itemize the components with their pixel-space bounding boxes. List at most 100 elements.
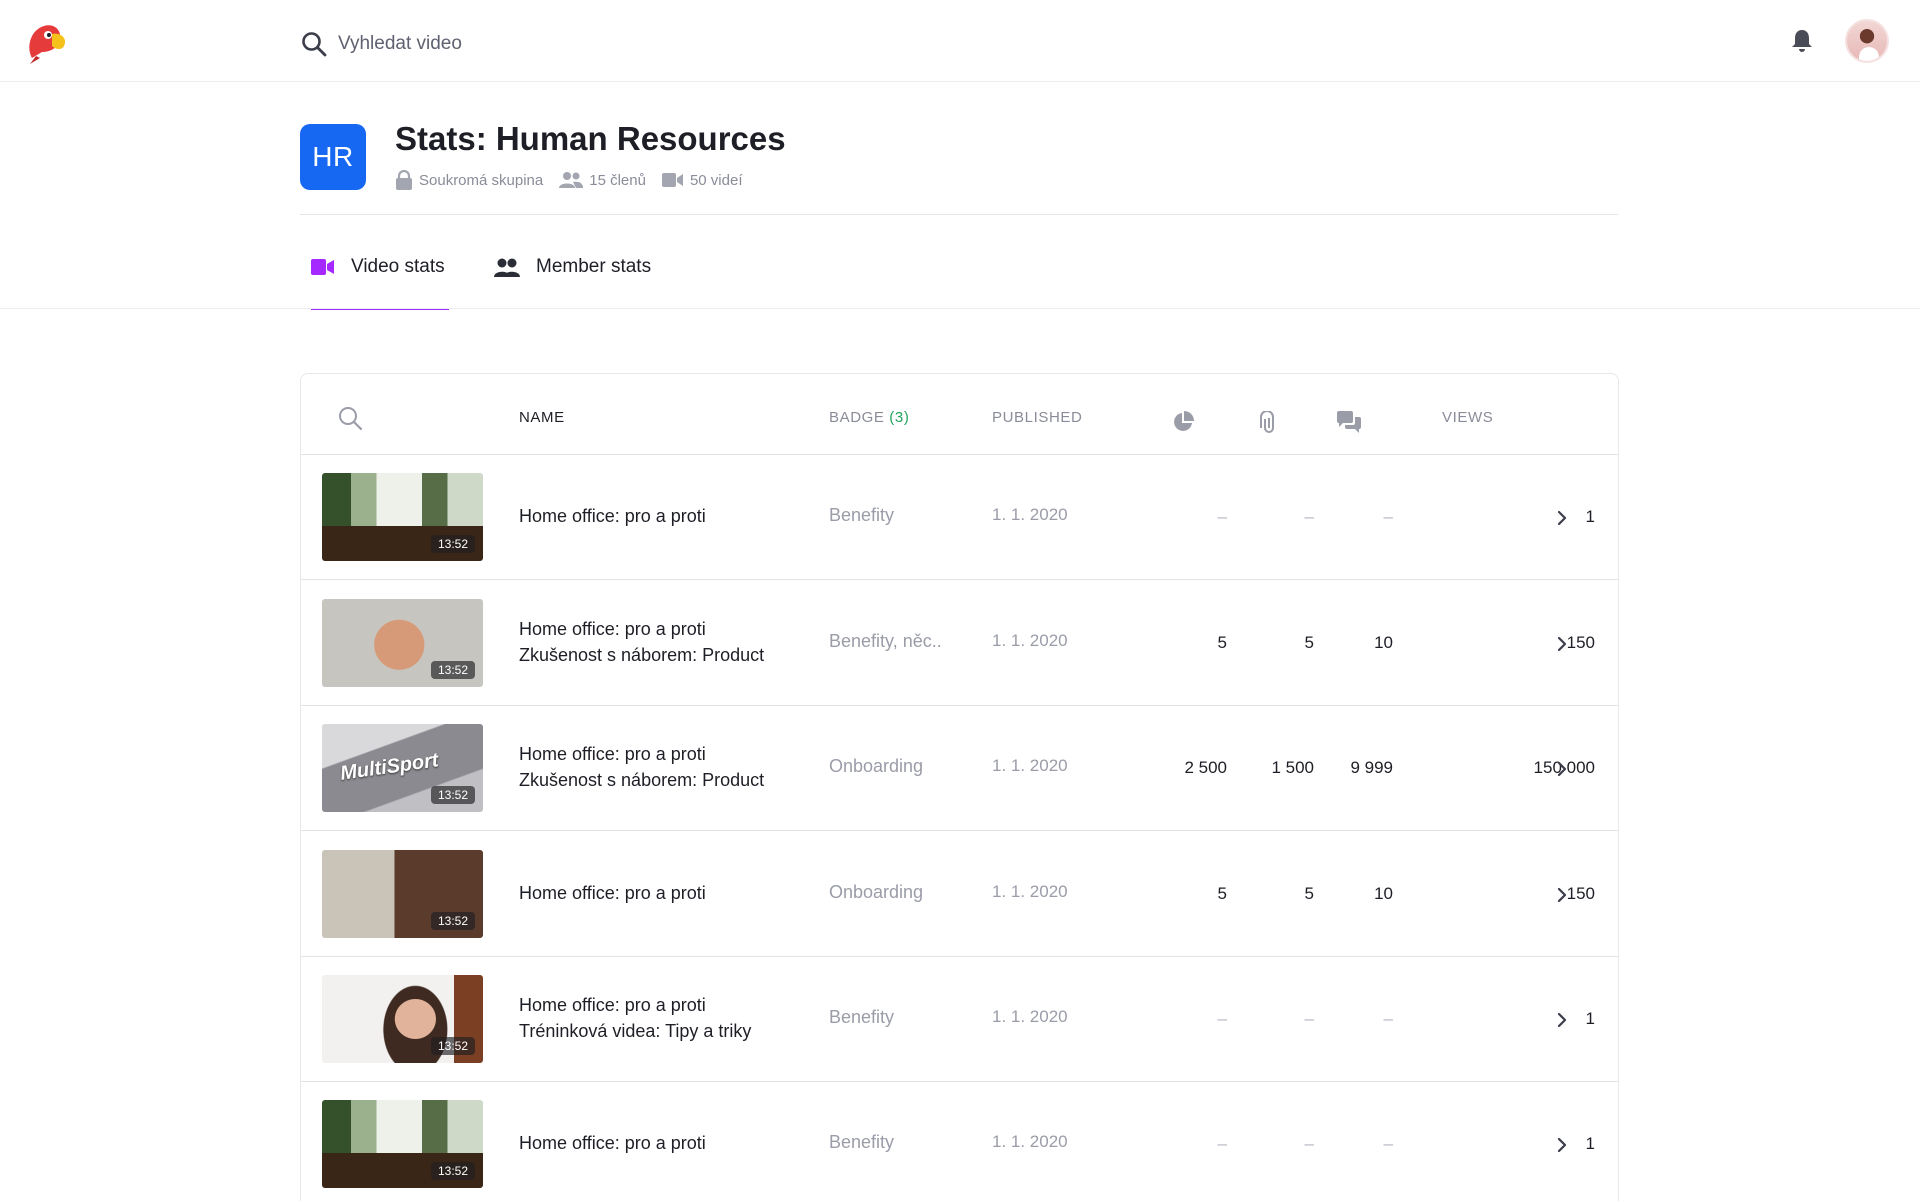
- published-date: 1. 1. 2020: [992, 756, 1068, 775]
- video-badge: Benefity: [829, 1007, 895, 1027]
- attachments-value: –: [1304, 1134, 1314, 1153]
- video-thumbnail[interactable]: 13:52: [322, 1100, 483, 1188]
- column-published[interactable]: PUBLISHED: [992, 409, 1082, 426]
- chevron-right-icon[interactable]: [1555, 509, 1569, 527]
- comments-value: –: [1383, 1009, 1393, 1028]
- chevron-right-icon[interactable]: [1555, 1136, 1569, 1154]
- members-info: 15 členů: [559, 171, 646, 189]
- video-title-line: Zkušenost s náborem: Product: [519, 645, 765, 665]
- search-icon[interactable]: [300, 30, 328, 58]
- attachments-value: 5: [1304, 884, 1314, 903]
- video-title-line: Home office: pro a proti: [519, 1133, 706, 1153]
- video-thumbnail[interactable]: 13:52: [322, 850, 483, 938]
- video-title[interactable]: Home office: pro a proti: [519, 1130, 706, 1156]
- video-title-line: Home office: pro a proti: [519, 506, 706, 526]
- video-title-line: Home office: pro a proti: [519, 883, 706, 903]
- table-row[interactable]: 13:52 Home office: pro a proti Benefity …: [301, 1082, 1618, 1201]
- published-date: 1. 1. 2020: [992, 631, 1068, 650]
- video-title[interactable]: Home office: pro a proti Tréninková vide…: [519, 992, 751, 1044]
- attachments-value: –: [1304, 1009, 1314, 1028]
- table-row[interactable]: 13:52 Home office: pro a proti Tréninkov…: [301, 957, 1618, 1082]
- column-badge[interactable]: BADGE (3): [829, 409, 909, 426]
- table-row[interactable]: 13:52 Home office: pro a proti Zkušenost…: [301, 581, 1618, 706]
- progress-value: –: [1217, 1134, 1227, 1153]
- videos-info: 50 videí: [661, 171, 743, 189]
- parrot-logo-icon[interactable]: [22, 18, 70, 66]
- tabs-divider: [0, 308, 1920, 309]
- column-views[interactable]: VIEWS: [1442, 409, 1493, 426]
- comments-value: 9 999: [1350, 758, 1393, 777]
- video-badge: Benefity, něc..: [829, 631, 942, 651]
- chevron-right-icon[interactable]: [1555, 760, 1569, 778]
- tab-label: Video stats: [351, 256, 445, 277]
- attachments-value: 5: [1304, 633, 1314, 652]
- table-header: NAME BADGE (3) PUBLISHED VIEWS: [301, 374, 1618, 455]
- comments-value: 10: [1374, 884, 1393, 903]
- video-badge: Benefity: [829, 505, 895, 525]
- progress-value: 2 500: [1184, 758, 1227, 777]
- video-title[interactable]: Home office: pro a proti Zkušenost s náb…: [519, 741, 764, 793]
- table-row[interactable]: 13:52 Home office: pro a proti Benefity …: [301, 455, 1618, 580]
- video-stats-table: NAME BADGE (3) PUBLISHED VIEWS 13:52 Hom…: [300, 373, 1619, 1201]
- chevron-right-icon[interactable]: [1555, 1011, 1569, 1029]
- page-title: Stats: Human Resources: [395, 120, 786, 157]
- progress-value: –: [1217, 1009, 1227, 1028]
- chevron-right-icon[interactable]: [1555, 886, 1569, 904]
- video-title[interactable]: Home office: pro a proti: [519, 503, 706, 529]
- video-thumbnail[interactable]: MultiSport 13:52: [322, 724, 483, 812]
- avatar[interactable]: [1845, 19, 1889, 63]
- video-badge: Onboarding: [829, 882, 924, 902]
- people-icon: [559, 172, 584, 188]
- tab-video-stats[interactable]: Video stats: [311, 256, 449, 310]
- video-thumbnail[interactable]: 13:52: [322, 473, 483, 561]
- video-duration: 13:52: [430, 1037, 475, 1055]
- people-icon: [494, 258, 520, 277]
- video-duration: 13:52: [430, 786, 475, 804]
- attachments-value: 1 500: [1271, 758, 1314, 777]
- header-divider: [300, 214, 1618, 215]
- thumbnail-text: MultiSport: [338, 749, 440, 785]
- comments-value: 10: [1374, 633, 1393, 652]
- video-duration: 13:52: [430, 1162, 475, 1180]
- privacy-label: Soukromá skupina: [419, 171, 544, 189]
- attachments-value: –: [1304, 507, 1314, 526]
- comments-value: –: [1383, 1134, 1393, 1153]
- members-count: 15 členů: [589, 171, 646, 189]
- video-title-line: Home office: pro a proti: [519, 995, 706, 1015]
- pie-chart-icon[interactable]: [1172, 411, 1194, 433]
- video-title[interactable]: Home office: pro a proti: [519, 880, 706, 906]
- video-title-line: Home office: pro a proti: [519, 744, 706, 764]
- video-search-input[interactable]: [338, 26, 858, 62]
- badge-count: (3): [889, 409, 910, 426]
- lock-icon: [396, 170, 412, 190]
- tab-label: Member stats: [536, 256, 652, 277]
- comments-icon[interactable]: [1337, 411, 1361, 433]
- videos-count: 50 videí: [689, 171, 743, 189]
- video-title-line: Home office: pro a proti: [519, 619, 706, 639]
- published-date: 1. 1. 2020: [992, 882, 1068, 901]
- column-badge-label: BADGE: [829, 409, 885, 426]
- bell-icon[interactable]: [1790, 28, 1814, 54]
- video-title-line: Tréninková videa: Tipy a triky: [519, 1021, 752, 1041]
- video-duration: 13:52: [430, 535, 475, 553]
- privacy-info: Soukromá skupina: [395, 170, 543, 190]
- tab-member-stats[interactable]: Member stats: [494, 256, 674, 308]
- video-thumbnail[interactable]: 13:52: [322, 975, 483, 1063]
- comments-value: –: [1383, 507, 1393, 526]
- paperclip-icon[interactable]: [1259, 411, 1279, 435]
- video-icon: [311, 259, 334, 275]
- group-avatar: HR: [300, 124, 366, 190]
- chevron-right-icon[interactable]: [1555, 635, 1569, 653]
- table-row[interactable]: 13:52 Home office: pro a proti Onboardin…: [301, 832, 1618, 957]
- table-row[interactable]: MultiSport 13:52 Home office: pro a prot…: [301, 706, 1618, 831]
- column-name[interactable]: NAME: [519, 409, 565, 426]
- progress-value: 5: [1217, 884, 1227, 903]
- video-duration: 13:52: [430, 912, 475, 930]
- top-bar: [0, 0, 1920, 82]
- group-meta: Soukromá skupina 15 členů 50 videí: [395, 168, 759, 192]
- video-title[interactable]: Home office: pro a proti Zkušenost s náb…: [519, 616, 764, 668]
- search-icon[interactable]: [337, 405, 363, 431]
- published-date: 1. 1. 2020: [992, 505, 1068, 524]
- video-thumbnail[interactable]: 13:52: [322, 599, 483, 687]
- video-title-line: Zkušenost s náborem: Product: [519, 770, 765, 790]
